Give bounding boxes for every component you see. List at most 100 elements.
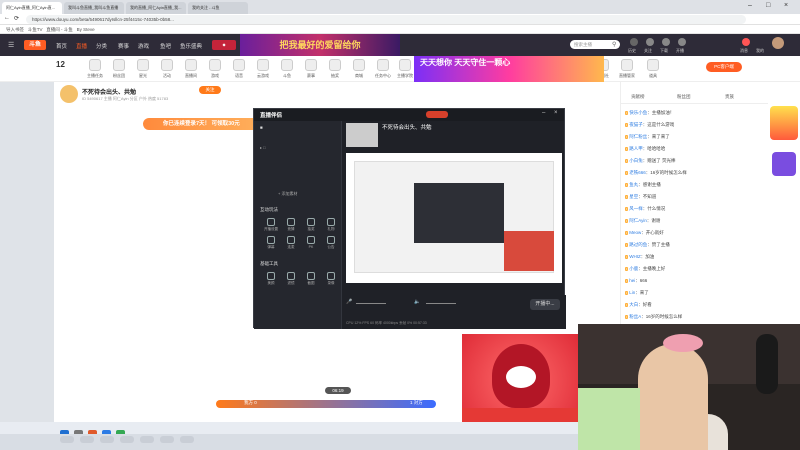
speaker-icon[interactable]: 🔈 — [414, 299, 420, 305]
close-icon[interactable]: × — [554, 110, 558, 116]
minimize-icon[interactable]: – — [748, 2, 752, 9]
site-logo[interactable]: 斗鱼 — [24, 40, 46, 50]
category-item[interactable]: 主播任务 — [82, 59, 108, 79]
streaming-app-window[interactable]: 直播伴侣 × – ■ ▸ □ + 添加素材 互动玩法 开播设置 竞猜 抽奖 礼物… — [253, 108, 566, 329]
minimize-icon[interactable]: – — [542, 110, 545, 116]
chat-tab[interactable]: 贡献榜 — [631, 94, 645, 100]
category-item[interactable]: 活动 — [154, 59, 180, 79]
category-item[interactable]: 斗鱼 — [274, 59, 300, 79]
chat-username[interactable]: 小鹿 — [629, 266, 638, 271]
start-live-button[interactable]: 开播中... — [530, 299, 560, 310]
category-item[interactable]: 道具 — [640, 59, 666, 79]
category-item[interactable]: 直播管家 — [614, 59, 640, 79]
chat-username[interactable]: 老铁666 — [629, 170, 646, 175]
url-field[interactable]: https://www.douyu.com/beta/5490617dyIsll… — [26, 15, 746, 24]
tool-button[interactable]: PK — [302, 235, 320, 251]
bookmark-item[interactable]: By Steve — [77, 27, 95, 32]
event-banner[interactable]: 天天想你 天天守住一颗心 — [414, 56, 604, 82]
history-icon[interactable] — [630, 38, 638, 46]
event-card[interactable] — [770, 106, 798, 140]
tool-button[interactable]: 录像 — [322, 271, 340, 287]
follow-button[interactable]: 关注 — [199, 86, 221, 94]
chat-username[interactable]: 风一样 — [629, 206, 643, 211]
user-avatar[interactable] — [772, 37, 784, 49]
category-item[interactable]: 游戏 — [202, 59, 228, 79]
chat-username[interactable]: WHIZ — [629, 254, 641, 259]
pc-client-button[interactable]: PC客户端 — [706, 62, 742, 72]
chat-username[interactable]: 路过的鱼 — [629, 242, 647, 247]
nav-festival[interactable]: 鱼乐盛典 — [180, 42, 202, 50]
browser-tab[interactable]: 阿仁Ayin直播_阿仁Ayin直... — [2, 2, 62, 14]
tool-button[interactable]: 公告 — [322, 235, 340, 251]
category-item[interactable]: 赛事 — [298, 59, 324, 79]
chat-username[interactable]: 阿仁Ayin — [629, 218, 647, 223]
emote-icon[interactable] — [100, 436, 114, 443]
tool-button[interactable]: 滤镜 — [282, 271, 300, 287]
add-source-button[interactable]: + 添加素材 — [278, 191, 297, 197]
maximize-icon[interactable]: □ — [766, 2, 770, 9]
header-banner[interactable]: 把我最好的爱留给你 — [240, 34, 400, 56]
chat-username[interactable]: 快乐小鱼 — [629, 110, 647, 115]
category-item[interactable]: 星光 — [130, 59, 156, 79]
tool-button[interactable]: 美颜 — [262, 271, 280, 287]
stream-cover-thumbnail[interactable] — [346, 123, 378, 147]
tool-button[interactable]: 竞猜 — [282, 217, 300, 233]
menu-icon[interactable]: ☰ — [8, 41, 14, 49]
chat-username[interactable]: 粉丝A — [629, 314, 641, 319]
back-icon[interactable]: ← — [4, 15, 10, 21]
emote-icon[interactable] — [180, 436, 194, 443]
nav-fishbar[interactable]: 鱼吧 — [160, 42, 171, 50]
streamer-avatar[interactable] — [60, 85, 78, 103]
follow-icon[interactable] — [646, 38, 654, 46]
emote-icon[interactable] — [120, 436, 134, 443]
mic-volume-slider[interactable] — [356, 303, 386, 304]
bookmark-item[interactable]: 斗鱼TV — [28, 27, 43, 32]
nav-events[interactable]: 赛事 — [118, 42, 129, 50]
gift-card[interactable] — [772, 152, 796, 176]
tool-button[interactable]: 截图 — [302, 271, 320, 287]
mic-icon[interactable]: 🎤 — [346, 299, 352, 305]
tool-button[interactable]: 抽奖 — [302, 217, 320, 233]
nav-category[interactable]: 分类 — [96, 42, 107, 50]
browser-tab[interactable]: 我的关注 - 斗鱼 — [188, 2, 248, 14]
broadcast-icon[interactable] — [678, 38, 686, 46]
chat-username[interactable]: 夜猫子 — [629, 122, 643, 127]
nav-home[interactable]: 首页 — [56, 42, 67, 50]
category-item[interactable]: 商城 — [346, 59, 372, 79]
chat-username[interactable]: 鱼丸 — [629, 182, 638, 187]
category-item[interactable]: 抽奖 — [322, 59, 348, 79]
chat-username[interactable]: Meow — [629, 230, 641, 235]
bookmark-item[interactable]: 导入书签 — [6, 27, 24, 32]
category-item[interactable]: 云游戏 — [250, 59, 276, 79]
tool-button[interactable]: 连麦 — [282, 235, 300, 251]
emote-icon[interactable] — [160, 436, 174, 443]
category-item[interactable]: 粉丝团 — [106, 59, 132, 79]
speaker-volume-slider[interactable] — [426, 303, 456, 304]
close-icon[interactable]: × — [784, 2, 788, 9]
reload-icon[interactable]: ⟳ — [14, 15, 19, 22]
emote-icon[interactable] — [60, 436, 74, 443]
tool-button[interactable]: 礼物 — [322, 217, 340, 233]
category-item[interactable]: 直播间 — [178, 59, 204, 79]
message-icon[interactable] — [742, 38, 750, 46]
emote-icon[interactable] — [80, 436, 94, 443]
chat-username[interactable]: 大白 — [629, 302, 638, 307]
chat-username[interactable]: 阿仁粉丝 — [629, 134, 647, 139]
source-item[interactable]: ▸ □ — [260, 145, 266, 150]
category-item[interactable]: 语音 — [226, 59, 252, 79]
download-icon[interactable] — [662, 38, 670, 46]
bookmark-item[interactable]: 直播间 - 斗鱼 — [46, 27, 73, 32]
chat-tab[interactable]: 粉丝团 — [677, 94, 691, 100]
chat-username[interactable]: 星空 — [629, 194, 638, 199]
nav-games[interactable]: 游戏 — [138, 42, 149, 50]
search-icon[interactable]: ⚲ — [612, 41, 616, 48]
chat-username[interactable]: 路人甲 — [629, 146, 643, 151]
emote-icon[interactable] — [140, 436, 154, 443]
login-reward-banner[interactable]: 你已连续登录7天！ 可领取30元 — [143, 118, 263, 130]
tool-button[interactable]: 弹幕 — [262, 235, 280, 251]
promo-badge[interactable]: ◆ — [212, 40, 236, 50]
chat-tab[interactable]: 贵族 — [725, 94, 734, 100]
chat-username[interactable]: 小白兔 — [629, 158, 643, 163]
browser-tab[interactable]: 我的直播_阿仁Ayin直播_我... — [126, 2, 186, 14]
browser-tab[interactable]: 我叫斗鱼直播_我叫斗鱼直播 — [64, 2, 124, 14]
